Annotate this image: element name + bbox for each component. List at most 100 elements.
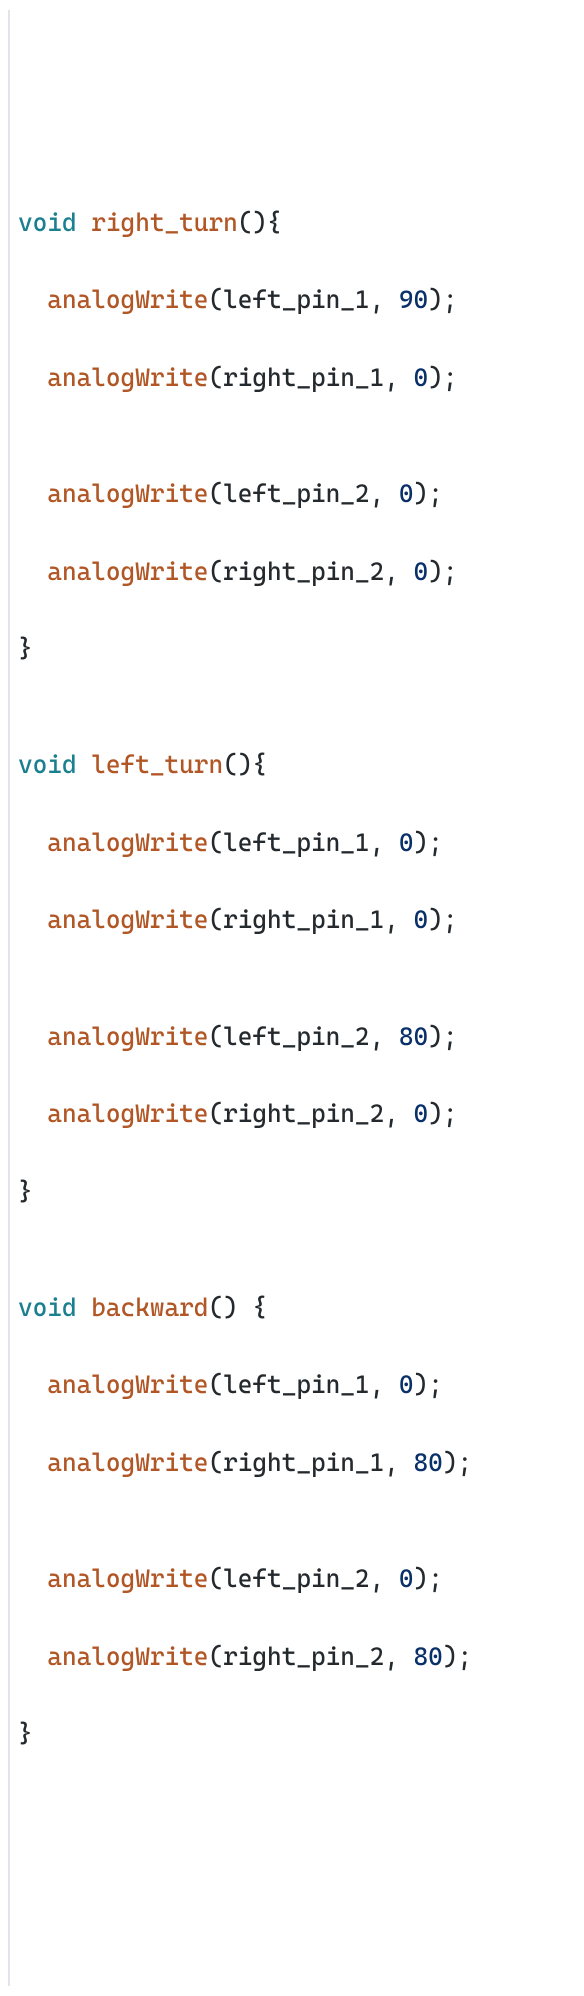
semicolon: ;	[443, 905, 458, 934]
comma: ,	[370, 479, 399, 508]
number-literal: 0	[414, 1099, 429, 1128]
paren-open: (	[208, 363, 223, 392]
code-line: }	[18, 1173, 574, 1212]
identifier: right_pin_1	[223, 905, 384, 934]
paren-open: (	[208, 285, 223, 314]
semicolon: ;	[443, 1022, 458, 1051]
indent-space	[33, 1022, 48, 1051]
code-line: analogWrite(right_pin_1, 0);	[18, 901, 574, 940]
identifier: right_pin_1	[223, 1448, 384, 1477]
identifier: right_pin_2	[223, 1099, 384, 1128]
semicolon: ;	[443, 1099, 458, 1128]
semicolon: ;	[443, 285, 458, 314]
paren-open: (	[208, 1293, 223, 1322]
comma: ,	[384, 1448, 413, 1477]
paren-close: )	[428, 363, 443, 392]
paren-close: )	[428, 905, 443, 934]
identifier: left_pin_2	[223, 479, 369, 508]
number-literal: 0	[414, 557, 429, 586]
paren-open: (	[223, 750, 238, 779]
code-line: void right_turn(){	[18, 204, 574, 243]
code-line: analogWrite(right_pin_1, 80);	[18, 1444, 574, 1483]
identifier: left_pin_2	[223, 1564, 369, 1593]
number-literal: 0	[414, 363, 429, 392]
call-name: analogWrite	[47, 363, 208, 392]
comma: ,	[370, 1564, 399, 1593]
paren-close: )	[414, 1564, 429, 1593]
identifier: left_pin_1	[223, 1370, 369, 1399]
call-name: analogWrite	[47, 479, 208, 508]
identifier: left_pin_2	[223, 1022, 369, 1051]
indent-space	[33, 479, 48, 508]
paren-close: )	[443, 1642, 458, 1671]
function-name: right_turn	[91, 208, 237, 237]
space	[77, 750, 92, 779]
semicolon: ;	[443, 557, 458, 586]
code-line: analogWrite(left_pin_2, 0);	[18, 1560, 574, 1599]
comma: ,	[384, 1099, 413, 1128]
call-name: analogWrite	[47, 1022, 208, 1051]
number-literal: 80	[399, 1022, 428, 1051]
comma: ,	[384, 1642, 413, 1671]
brace-open: {	[252, 1293, 267, 1322]
code-line: void left_turn(){	[18, 746, 574, 785]
space	[77, 208, 92, 237]
indent-space	[33, 905, 48, 934]
comma: ,	[384, 363, 413, 392]
code-block: void right_turn(){ analogWrite(left_pin_…	[18, 204, 574, 1793]
paren-open: (	[208, 1642, 223, 1671]
paren-open: (	[208, 1370, 223, 1399]
brace-close: }	[18, 1177, 33, 1206]
code-line: analogWrite(right_pin_1, 0);	[18, 359, 574, 398]
indent-space	[33, 557, 48, 586]
space	[238, 1293, 253, 1322]
keyword-void: void	[18, 1293, 77, 1322]
code-line: analogWrite(left_pin_2, 0);	[18, 475, 574, 514]
keyword-void: void	[18, 208, 77, 237]
number-literal: 0	[399, 1564, 414, 1593]
paren-close: )	[223, 1293, 238, 1322]
number-literal: 90	[399, 285, 428, 314]
semicolon: ;	[457, 1642, 472, 1671]
indent-space	[33, 363, 48, 392]
paren-close: )	[238, 750, 253, 779]
call-name: analogWrite	[47, 828, 208, 857]
paren-open: (	[208, 479, 223, 508]
brace-open: {	[267, 208, 282, 237]
number-literal: 0	[414, 905, 429, 934]
brace-close: }	[18, 634, 33, 663]
paren-close: )	[428, 1099, 443, 1128]
paren-open: (	[208, 1448, 223, 1477]
number-literal: 80	[414, 1448, 443, 1477]
gutter-line	[8, 10, 10, 1986]
paren-open: (	[208, 905, 223, 934]
function-name: backward	[91, 1293, 208, 1322]
indent-space	[33, 1099, 48, 1128]
function-name: left_turn	[91, 750, 223, 779]
keyword-void: void	[18, 750, 77, 779]
comma: ,	[370, 828, 399, 857]
semicolon: ;	[428, 1564, 443, 1593]
semicolon: ;	[428, 1370, 443, 1399]
paren-open: (	[238, 208, 253, 237]
indent-space	[33, 285, 48, 314]
semicolon: ;	[428, 479, 443, 508]
comma: ,	[384, 905, 413, 934]
code-line: analogWrite(right_pin_2, 0);	[18, 553, 574, 592]
number-literal: 0	[399, 1370, 414, 1399]
call-name: analogWrite	[47, 905, 208, 934]
call-name: analogWrite	[47, 1642, 208, 1671]
paren-close: )	[443, 1448, 458, 1477]
identifier: left_pin_1	[223, 828, 369, 857]
paren-close: )	[414, 828, 429, 857]
code-line: analogWrite(left_pin_1, 0);	[18, 1366, 574, 1405]
semicolon: ;	[428, 828, 443, 857]
paren-open: (	[208, 828, 223, 857]
code-line: analogWrite(right_pin_2, 80);	[18, 1638, 574, 1677]
call-name: analogWrite	[47, 1370, 208, 1399]
comma: ,	[384, 557, 413, 586]
paren-open: (	[208, 1022, 223, 1051]
semicolon: ;	[457, 1448, 472, 1477]
number-literal: 0	[399, 479, 414, 508]
indent-space	[33, 1642, 48, 1671]
